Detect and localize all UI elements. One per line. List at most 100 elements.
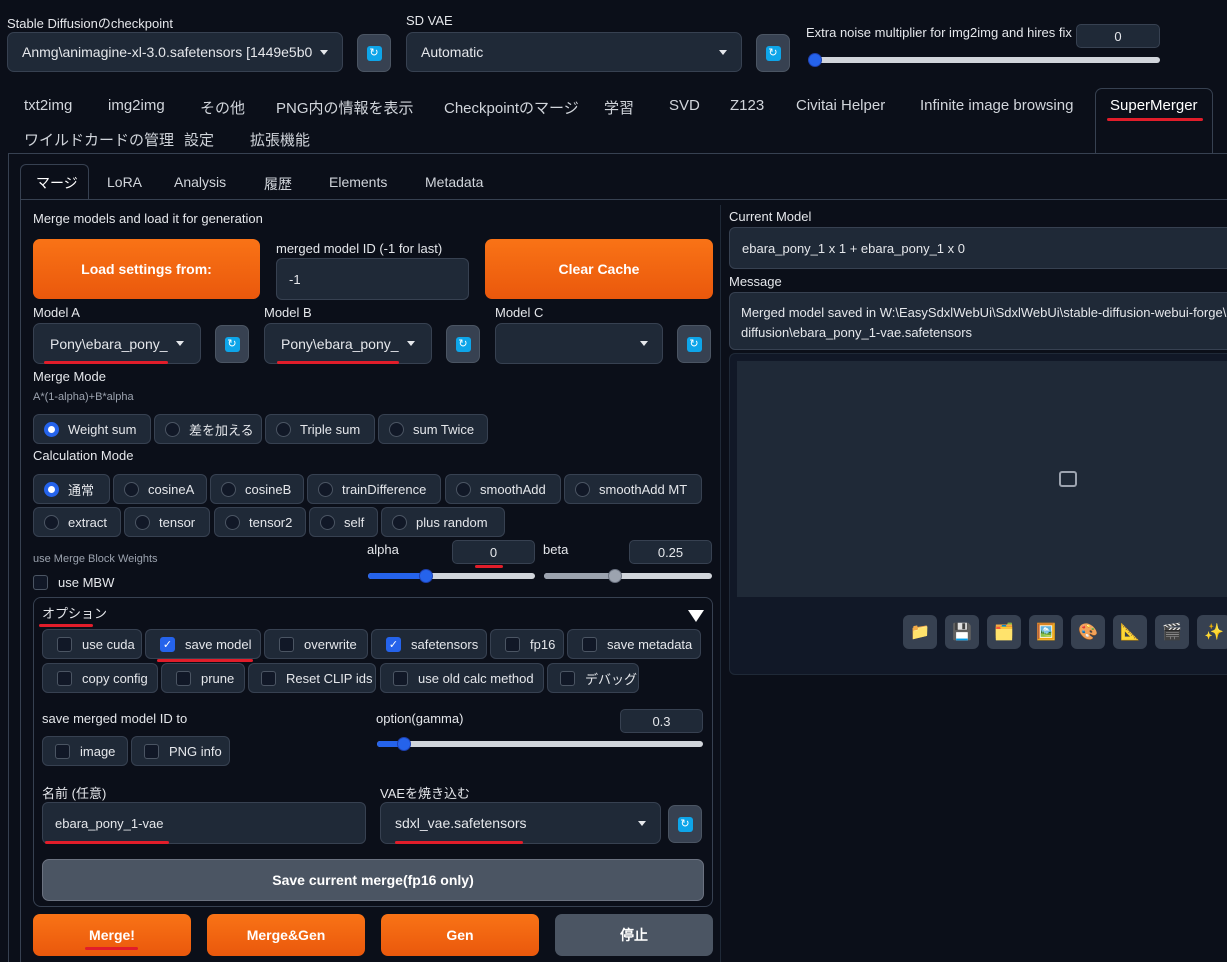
calc-mode-plus-random[interactable]: plus random xyxy=(381,507,505,537)
calc-mode-self[interactable]: self xyxy=(309,507,378,537)
slider-thumb[interactable] xyxy=(397,737,411,751)
merge-mode-formula: A*(1-alpha)+B*alpha xyxy=(33,391,134,403)
bake-vae-dropdown[interactable]: sdxl_vae.safetensors xyxy=(380,802,661,844)
model-a-dropdown[interactable]: Pony\ebara_pony_ xyxy=(33,323,201,364)
opt-use-cuda[interactable]: use cuda xyxy=(42,629,142,659)
gamma-value-input[interactable]: 0.3 xyxy=(620,709,703,733)
tab-png-info[interactable]: PNG内の情報を表示 xyxy=(276,97,414,118)
ruler-icon[interactable]: 📐 xyxy=(1113,615,1147,649)
opt-fp16[interactable]: fp16 xyxy=(490,629,564,659)
opt-overwrite[interactable]: overwrite xyxy=(264,629,368,659)
name-input[interactable]: ebara_pony_1-vae xyxy=(42,802,366,844)
merge-header: Merge models and load it for generation xyxy=(33,211,263,226)
tab-wildcards[interactable]: ワイルドカードの管理 xyxy=(24,129,174,150)
chevron-down-icon xyxy=(176,341,184,346)
calc-mode-cosinea[interactable]: cosineA xyxy=(113,474,207,504)
merge-gen-button[interactable]: Merge&Gen xyxy=(207,914,365,956)
tab-infinite-image-browsing[interactable]: Infinite image browsing xyxy=(920,97,1073,114)
merge-mode-weight-sum[interactable]: Weight sum xyxy=(33,414,151,444)
checkbox-icon xyxy=(261,670,276,686)
opt-use-old-calc-method[interactable]: use old calc method xyxy=(380,663,544,693)
tab-img2img[interactable]: img2img xyxy=(108,97,165,114)
opt-save-model[interactable]: ✓ save model xyxy=(145,629,261,659)
tab-checkpoint-merge[interactable]: Checkpointのマージ xyxy=(444,97,579,118)
tab-civitai-helper[interactable]: Civitai Helper xyxy=(796,97,885,114)
save-icon[interactable]: 💾 xyxy=(945,615,979,649)
calc-mode-smooth-add-mt[interactable]: smoothAdd MT xyxy=(564,474,702,504)
calc-mode-extract[interactable]: extract xyxy=(33,507,121,537)
merge-mode-add-difference[interactable]: 差を加える xyxy=(154,414,262,444)
tab-extensions[interactable]: 拡張機能 xyxy=(250,129,310,150)
palette-icon[interactable]: 🎨 xyxy=(1071,615,1105,649)
model-c-dropdown[interactable] xyxy=(495,323,663,364)
refresh-model-a-button[interactable]: ↻ xyxy=(215,325,249,363)
tab-supermerger[interactable]: SuperMerger xyxy=(1110,97,1198,114)
refresh-vae-button[interactable]: ↻ xyxy=(756,34,790,72)
clear-cache-button[interactable]: Clear Cache xyxy=(485,239,713,299)
tab-other[interactable]: その他 xyxy=(200,97,245,118)
slider-thumb[interactable] xyxy=(808,53,822,67)
slider-thumb[interactable] xyxy=(608,569,622,583)
beta-value-input[interactable]: 0.25 xyxy=(629,540,712,564)
stop-button[interactable]: 停止 xyxy=(555,914,713,956)
check-icon: ✓ xyxy=(386,636,401,652)
opt-copy-config[interactable]: copy config xyxy=(42,663,158,693)
save-id-png-info[interactable]: PNG info xyxy=(131,736,230,766)
subtab-history[interactable]: 履歴 xyxy=(264,174,292,194)
merged-id-input[interactable]: -1 xyxy=(276,258,469,300)
refresh-model-b-button[interactable]: ↻ xyxy=(446,325,480,363)
model-c-label: Model C xyxy=(495,305,544,320)
save-current-merge-button[interactable]: Save current merge(fp16 only) xyxy=(42,859,704,901)
checkbox-icon xyxy=(582,636,597,652)
calc-mode-tensor[interactable]: tensor xyxy=(124,507,210,537)
slider-thumb[interactable] xyxy=(419,569,433,583)
folder-icon[interactable]: 📁 xyxy=(903,615,937,649)
noise-slider[interactable] xyxy=(808,53,1160,67)
collapse-triangle-icon[interactable] xyxy=(688,610,704,622)
alpha-value-input[interactable]: 0 xyxy=(452,540,535,564)
merge-mode-triple-sum[interactable]: Triple sum xyxy=(265,414,375,444)
opt-reset-clip-ids[interactable]: Reset CLIP ids xyxy=(248,663,376,693)
use-mbw-checkbox[interactable]: use MBW xyxy=(33,575,114,590)
image-icon[interactable]: 🖼️ xyxy=(1029,615,1063,649)
vae-dropdown[interactable]: Automatic xyxy=(406,32,742,72)
tab-train[interactable]: 学習 xyxy=(604,97,634,118)
subtab-lora[interactable]: LoRA xyxy=(107,174,142,190)
beta-slider[interactable] xyxy=(544,569,712,583)
calc-mode-normal[interactable]: 通常 xyxy=(33,474,110,504)
annotation-underline xyxy=(277,361,399,364)
load-settings-button[interactable]: Load settings from: xyxy=(33,239,260,299)
refresh-icon: ↻ xyxy=(224,336,240,352)
noise-value-input[interactable]: 0 xyxy=(1076,24,1160,48)
calc-mode-smooth-add[interactable]: smoothAdd xyxy=(445,474,561,504)
opt-save-metadata[interactable]: save metadata xyxy=(567,629,701,659)
video-icon[interactable]: 🎬 xyxy=(1155,615,1189,649)
tab-txt2img[interactable]: txt2img xyxy=(24,97,72,114)
options-title[interactable]: オプション xyxy=(42,603,107,622)
refresh-model-c-button[interactable]: ↻ xyxy=(677,325,711,363)
calc-mode-cosineb[interactable]: cosineB xyxy=(210,474,304,504)
refresh-checkpoint-button[interactable]: ↻ xyxy=(357,34,391,72)
subtab-merge[interactable]: マージ xyxy=(36,173,78,193)
refresh-vae-bake-button[interactable]: ↻ xyxy=(668,805,702,843)
opt-debug[interactable]: デバッグ xyxy=(547,663,639,693)
save-id-image[interactable]: image xyxy=(42,736,128,766)
tab-svd[interactable]: SVD xyxy=(669,97,700,114)
opt-safetensors[interactable]: ✓ safetensors xyxy=(371,629,487,659)
subtab-elements[interactable]: Elements xyxy=(329,174,387,190)
merge-mode-sum-twice[interactable]: sum Twice xyxy=(378,414,488,444)
archive-icon[interactable]: 🗂️ xyxy=(987,615,1021,649)
subtab-metadata[interactable]: Metadata xyxy=(425,174,483,190)
opt-prune[interactable]: prune xyxy=(161,663,245,693)
calc-mode-train-difference[interactable]: trainDifference xyxy=(307,474,441,504)
gamma-slider[interactable] xyxy=(377,737,703,751)
tab-z123[interactable]: Z123 xyxy=(730,97,764,114)
model-b-dropdown[interactable]: Pony\ebara_pony_ xyxy=(264,323,432,364)
alpha-slider[interactable] xyxy=(368,569,535,583)
gen-button[interactable]: Gen xyxy=(381,914,539,956)
sparkles-icon[interactable]: ✨ xyxy=(1197,615,1227,649)
checkpoint-dropdown[interactable]: Anmg\animagine-xl-3.0.safetensors [1449e… xyxy=(7,32,343,72)
calc-mode-tensor2[interactable]: tensor2 xyxy=(214,507,306,537)
tab-settings[interactable]: 設定 xyxy=(184,129,214,150)
subtab-analysis[interactable]: Analysis xyxy=(174,174,226,190)
